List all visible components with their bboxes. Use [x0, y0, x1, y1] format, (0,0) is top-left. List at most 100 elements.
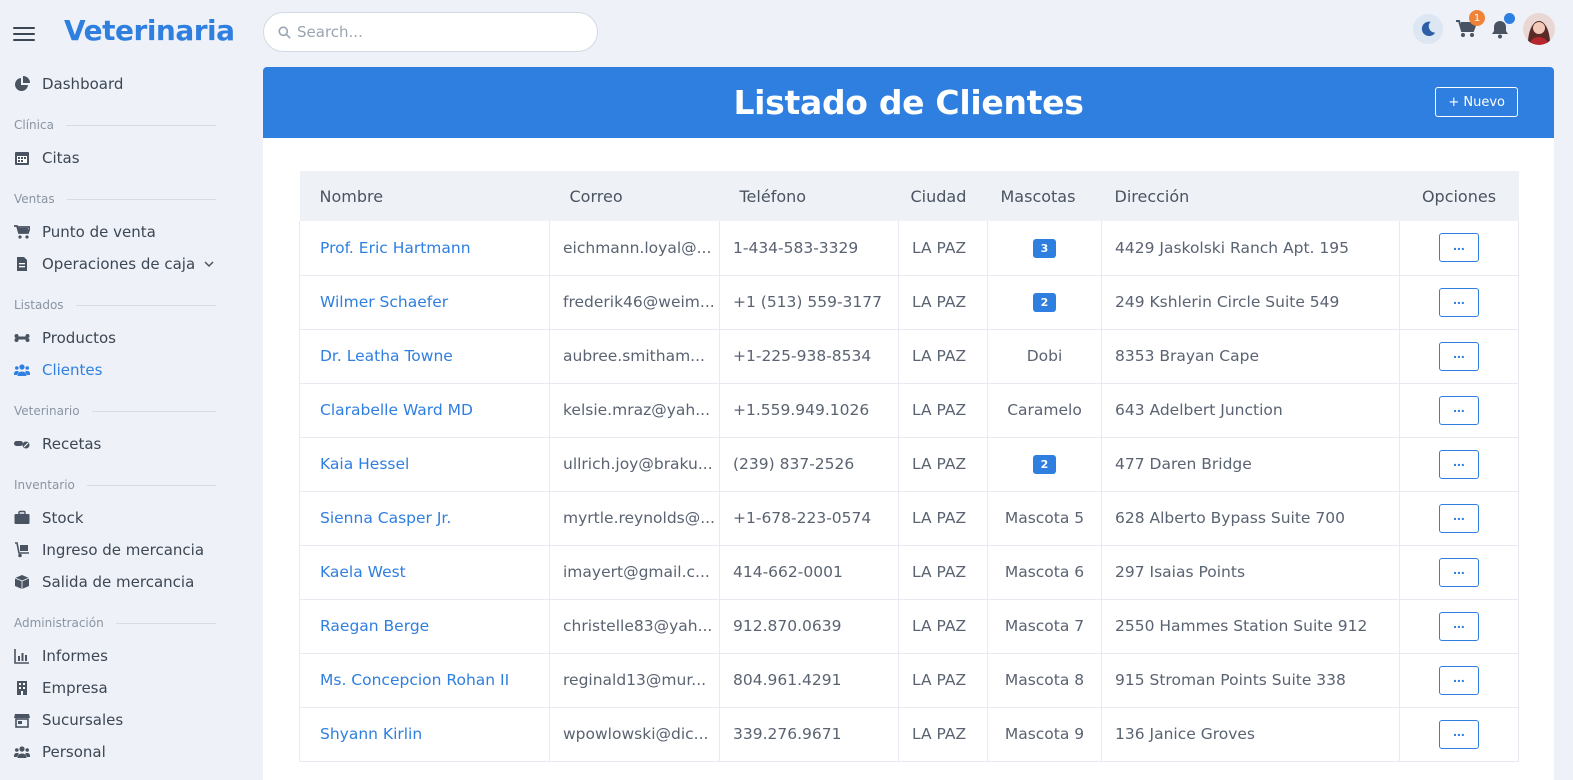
section-divider [66, 198, 216, 200]
column-header-nombre[interactable]: Nombre [300, 171, 550, 221]
sidebar-item-stock[interactable]: Stock [0, 502, 232, 534]
client-name-cell: Kaela West [299, 545, 550, 599]
search-input[interactable] [297, 23, 577, 41]
client-options: ... [1399, 329, 1519, 383]
sidebar-item-productos[interactable]: Productos [0, 322, 232, 354]
client-name-link[interactable]: Kaia Hessel [320, 455, 409, 473]
sidebar-item-label: Salida de mercancia [42, 573, 195, 591]
table-row[interactable]: Clarabelle Ward MD kelsie.mraz@yah... +1.5… [299, 383, 1519, 437]
cart-button[interactable]: 1 [1455, 10, 1485, 40]
sidebar-item-label: Sucursales [42, 711, 124, 729]
row-options-button[interactable]: ... [1439, 233, 1479, 263]
ellipsis-icon: ... [1453, 561, 1465, 577]
user-avatar[interactable] [1523, 13, 1555, 45]
table-row[interactable]: Dr. Leatha Towne aubree.smitham... +1-225-… [299, 329, 1519, 383]
row-options-button[interactable]: ... [1439, 503, 1479, 533]
pet-name: Mascota 6 [1004, 563, 1085, 581]
client-name-link[interactable]: Wilmer Schaefer [320, 293, 448, 311]
client-email: myrtle.reynolds@... [549, 491, 720, 545]
theme-toggle-button[interactable] [1413, 14, 1443, 44]
app-brand[interactable]: Veterinaria [64, 14, 235, 47]
section-label: Inventario [14, 478, 75, 492]
sidebar-item-label: Operaciones de caja [42, 255, 196, 273]
sidebar-item-punto-de-venta[interactable]: Punto de venta [0, 216, 232, 248]
column-header-correo[interactable]: Correo [550, 171, 720, 221]
client-name-cell: Kaia Hessel [299, 437, 550, 491]
client-name-cell: Prof. Eric Hartmann [299, 221, 550, 275]
column-header-mascotas[interactable]: Mascotas [988, 171, 1102, 221]
client-name-link[interactable]: Raegan Berge [320, 617, 429, 635]
notifications-button[interactable] [1489, 13, 1515, 40]
client-options: ... [1399, 599, 1519, 653]
section-label: Listados [14, 298, 64, 312]
new-client-button[interactable]: + Nuevo [1435, 87, 1518, 117]
sidebar-item-recetas[interactable]: Recetas [0, 428, 232, 460]
menu-toggle-icon[interactable] [13, 27, 35, 41]
search-box[interactable] [263, 12, 598, 52]
table-header-row: Nombre Correo Teléfono Ciudad Mascotas D… [299, 171, 1519, 221]
client-name-link[interactable]: Sienna Casper Jr. [320, 509, 451, 527]
client-name-link[interactable]: Clarabelle Ward MD [320, 401, 473, 419]
client-pets: Dobi [987, 329, 1102, 383]
pets-count-badge[interactable]: 3 [1033, 238, 1056, 258]
sidebar-item-label: Dashboard [42, 75, 124, 93]
users-icon [14, 746, 30, 758]
table-row[interactable]: Wilmer Schaefer frederik46@weim... +1 (513… [299, 275, 1519, 329]
row-options-button[interactable]: ... [1439, 449, 1479, 479]
row-options-button[interactable]: ... [1439, 557, 1479, 587]
table-row[interactable]: Ms. Concepcion Rohan II reginald13@mur...… [299, 653, 1519, 707]
sidebar-item-informes[interactable]: Informes [0, 640, 232, 672]
table-row[interactable]: Prof. Eric Hartmann eichmann.loyal@... 1-4… [299, 221, 1519, 275]
row-options-button[interactable]: ... [1439, 341, 1479, 371]
column-header-direccion[interactable]: Dirección [1102, 171, 1400, 221]
sidebar-item-operaciones-de-caja[interactable]: Operaciones de caja [0, 248, 232, 280]
table-row[interactable]: Raegan Berge christelle83@yah... 912.870.0… [299, 599, 1519, 653]
clients-table-wrapper: Nombre Correo Teléfono Ciudad Mascotas D… [299, 171, 1519, 762]
sidebar-item-label: Stock [42, 509, 84, 527]
sidebar-item-ingreso-de-mercancia[interactable]: Ingreso de mercancia [0, 534, 232, 566]
table-row[interactable]: Kaia Hessel ullrich.joy@braku... (239) 837… [299, 437, 1519, 491]
sidebar-item-salida-de-mercancia[interactable]: Salida de mercancia [0, 566, 232, 598]
pet-name: Mascota 7 [1004, 617, 1085, 635]
sidebar-section-inventario: Inventario [0, 460, 232, 502]
sidebar-item-label: Informes [42, 647, 108, 665]
client-city: LA PAZ [898, 707, 988, 761]
pet-name: Mascota 9 [1004, 725, 1085, 743]
users-icon [14, 364, 30, 376]
client-name-link[interactable]: Ms. Concepcion Rohan II [320, 671, 509, 689]
column-header-telefono[interactable]: Teléfono [720, 171, 899, 221]
table-row[interactable]: Sienna Casper Jr. myrtle.reynolds@... +1-6… [299, 491, 1519, 545]
sidebar-item-dashboard[interactable]: Dashboard [0, 68, 232, 100]
box-icon [14, 575, 30, 589]
client-name-link[interactable]: Kaela West [320, 563, 406, 581]
row-options-button[interactable]: ... [1439, 719, 1479, 749]
section-divider [115, 622, 216, 624]
topbar-actions: 1 [1413, 10, 1555, 45]
table-row[interactable]: Kaela West imayert@gmail.c... 414-662-0001… [299, 545, 1519, 599]
moon-icon [1421, 21, 1436, 37]
calendar-icon [15, 152, 29, 165]
column-header-ciudad[interactable]: Ciudad [899, 171, 988, 221]
pets-count-badge[interactable]: 2 [1033, 293, 1056, 312]
sidebar-item-empresa[interactable]: Empresa [0, 672, 232, 704]
cart-icon [14, 225, 30, 239]
row-options-button[interactable]: ... [1439, 395, 1479, 425]
sidebar-item-clientes[interactable]: Clientes [0, 354, 232, 386]
section-label: Administración [14, 616, 104, 630]
sidebar-item-personal[interactable]: Personal [0, 736, 232, 768]
client-name-link[interactable]: Prof. Eric Hartmann [320, 239, 471, 257]
cart-count-badge: 1 [1469, 10, 1485, 26]
row-options-button[interactable]: ... [1439, 287, 1479, 317]
client-name-link[interactable]: Dr. Leatha Towne [320, 347, 453, 365]
ellipsis-icon: ... [1453, 723, 1465, 739]
sidebar-item-sucursales[interactable]: Sucursales [0, 704, 232, 736]
page-title: Listado de Clientes [733, 83, 1084, 122]
client-name-link[interactable]: Shyann Kirlin [320, 725, 422, 743]
client-pets: Caramelo [987, 383, 1102, 437]
row-options-button[interactable]: ... [1439, 611, 1479, 641]
sidebar-item-citas[interactable]: Citas [0, 142, 232, 174]
pets-count-badge[interactable]: 2 [1033, 455, 1056, 474]
ellipsis-icon: ... [1453, 399, 1465, 415]
table-row[interactable]: Shyann Kirlin wpowlowski@dic... 339.276.96… [299, 707, 1519, 761]
row-options-button[interactable]: ... [1439, 665, 1479, 695]
